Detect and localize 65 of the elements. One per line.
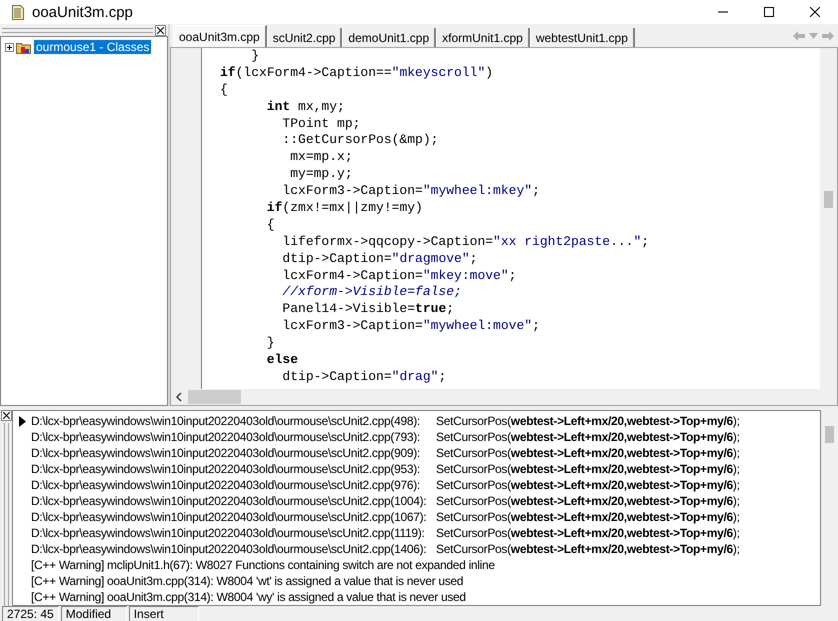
message-file-path[interactable]: D:\lcx-bpr\easywindows\win10input20220403old\ourmouse\scUnit2.cpp(1067): [31,510,436,524]
code-line: } [250,48,260,65]
message-code[interactable]: SetCursorPos(webtest->Left+mx/20,webtest->Top+my/6); [436,510,740,524]
message-file-path[interactable]: D:\lcx-bpr\easywindows\win10input20220403old\ourmouse\scUnit2.cpp(909): [31,446,436,460]
code-line: if(lcxForm4->Caption=="mkeyscroll") [220,64,494,82]
close-panel-button[interactable] [0,410,12,421]
code-line: mx=mp.x; [289,149,354,166]
code-line: { [266,216,276,234]
forward-arrow-icon[interactable] [822,31,834,41]
message-code[interactable]: SetCursorPos(webtest->Left+mx/20,webtest->Top+my/6); [436,430,740,444]
message-code[interactable]: SetCursorPos(webtest->Left+mx/20,webtest->Top+my/6); [436,414,740,428]
scrollbar-thumb[interactable] [188,390,241,404]
file-tab[interactable]: xformUnit1.cpp [436,28,530,47]
status-field: 2725: 45 [2,606,59,621]
code-line: lcxForm3->Caption="mywheel:move"; [281,318,541,336]
message-file-path[interactable]: D:\lcx-bpr\easywindows\win10input20220403old\ourmouse\scUnit2.cpp(1004): [31,494,436,508]
code-line: int mx,my; [266,98,346,116]
code-line: else [266,352,300,369]
code-line: //xform->Visible=false; [281,284,463,302]
maximize-icon [764,7,774,17]
code-line: dtip->Caption="dragmove"; [281,250,478,268]
message-code[interactable]: SetCursorPos(webtest->Left+mx/20,webtest->Top+my/6); [436,494,740,508]
message-file-path[interactable]: D:\lcx-bpr\easywindows\win10input20220403old\ourmouse\scUnit2.cpp(953): [31,462,436,476]
message-file-path[interactable]: D:\lcx-bpr\easywindows\win10input20220403old\ourmouse\scUnit2.cpp(1406): [31,542,436,556]
message-file-path[interactable]: D:\lcx-bpr\easywindows\win10input20220403old\ourmouse\scUnit2.cpp(1119): [31,526,436,540]
warning-message[interactable]: [C++ Warning] mclipUnit1.h(67): W8027 Functions containing switch are not expanded inline [31,558,495,572]
message-code[interactable]: SetCursorPos(webtest->Left+mx/20,webtest->Top+my/6); [436,446,740,460]
code-line: Panel14->Visible=true; [281,301,456,318]
file-tab[interactable]: ooaUnit3m.cpp [173,25,267,47]
status-field: Modified [60,606,127,621]
folder-icon [16,40,32,54]
file-tab[interactable]: demoUnit1.cpp [342,28,436,47]
file-icon [12,4,24,20]
scrollbar-thumb[interactable] [825,426,834,443]
tree-item[interactable]: ourmouse1 - Classes [34,40,152,54]
expand-icon[interactable] [5,42,14,52]
code-editor[interactable] [202,48,820,389]
close-icon [810,7,820,17]
message-file-path[interactable]: D:\lcx-bpr\easywindows\win10input20220403old\ourmouse\scUnit2.cpp(976): [31,478,436,492]
code-line: ::GetCursorPos(&mp); [281,132,440,150]
code-line: { [220,82,229,99]
file-tab[interactable]: scUnit2.cpp [266,28,342,47]
window-title: ooaUnit3m.cpp [32,4,134,20]
code-line: dtip->Caption="drag"; [281,368,448,386]
scrollbar-thumb[interactable] [824,191,833,208]
code-line: lifeformx->qqcopy->Caption="xx right2paste..."; [281,234,650,251]
code-line: my=mp.y; [289,166,354,184]
status-field: Insert [128,606,199,621]
dropdown-caret-icon[interactable] [809,33,818,39]
warning-message[interactable]: [C++ Warning] ooaUnit3m.cpp(314): W8004 'wt' is assigned a value that is never used [31,574,464,588]
message-code[interactable]: SetCursorPos(webtest->Left+mx/20,webtest->Top+my/6); [436,478,740,492]
message-code[interactable]: SetCursorPos(webtest->Left+mx/20,webtest->Top+my/6); [436,462,740,476]
code-line: TPoint mp; [281,116,362,132]
file-tab[interactable]: webtestUnit1.cpp [530,28,635,47]
message-file-path[interactable]: D:\lcx-bpr\easywindows\win10input20220403old\ourmouse\scUnit2.cpp(498): [31,414,436,428]
code-line: lcxForm4->Caption="mkey:move"; [281,268,518,284]
back-arrow-icon[interactable] [793,31,805,41]
message-code[interactable]: SetCursorPos(webtest->Left+mx/20,webtest->Top+my/6); [436,542,740,556]
message-code[interactable]: SetCursorPos(webtest->Left+mx/20,webtest->Top+my/6); [436,526,740,540]
close-panel-button[interactable] [155,24,166,36]
message-file-path[interactable]: D:\lcx-bpr\easywindows\win10input20220403old\ourmouse\scUnit2.cpp(793): [31,430,436,444]
warning-message[interactable]: [C++ Warning] ooaUnit3m.cpp(314): W8004 'wy' is assigned a value that is never used [31,590,466,604]
code-line: if(zmx!=mx||zmy!=my) [266,200,424,217]
code-line: } [266,335,276,352]
code-line: lcxForm3->Caption="mywheel:mkey"; [281,183,541,200]
